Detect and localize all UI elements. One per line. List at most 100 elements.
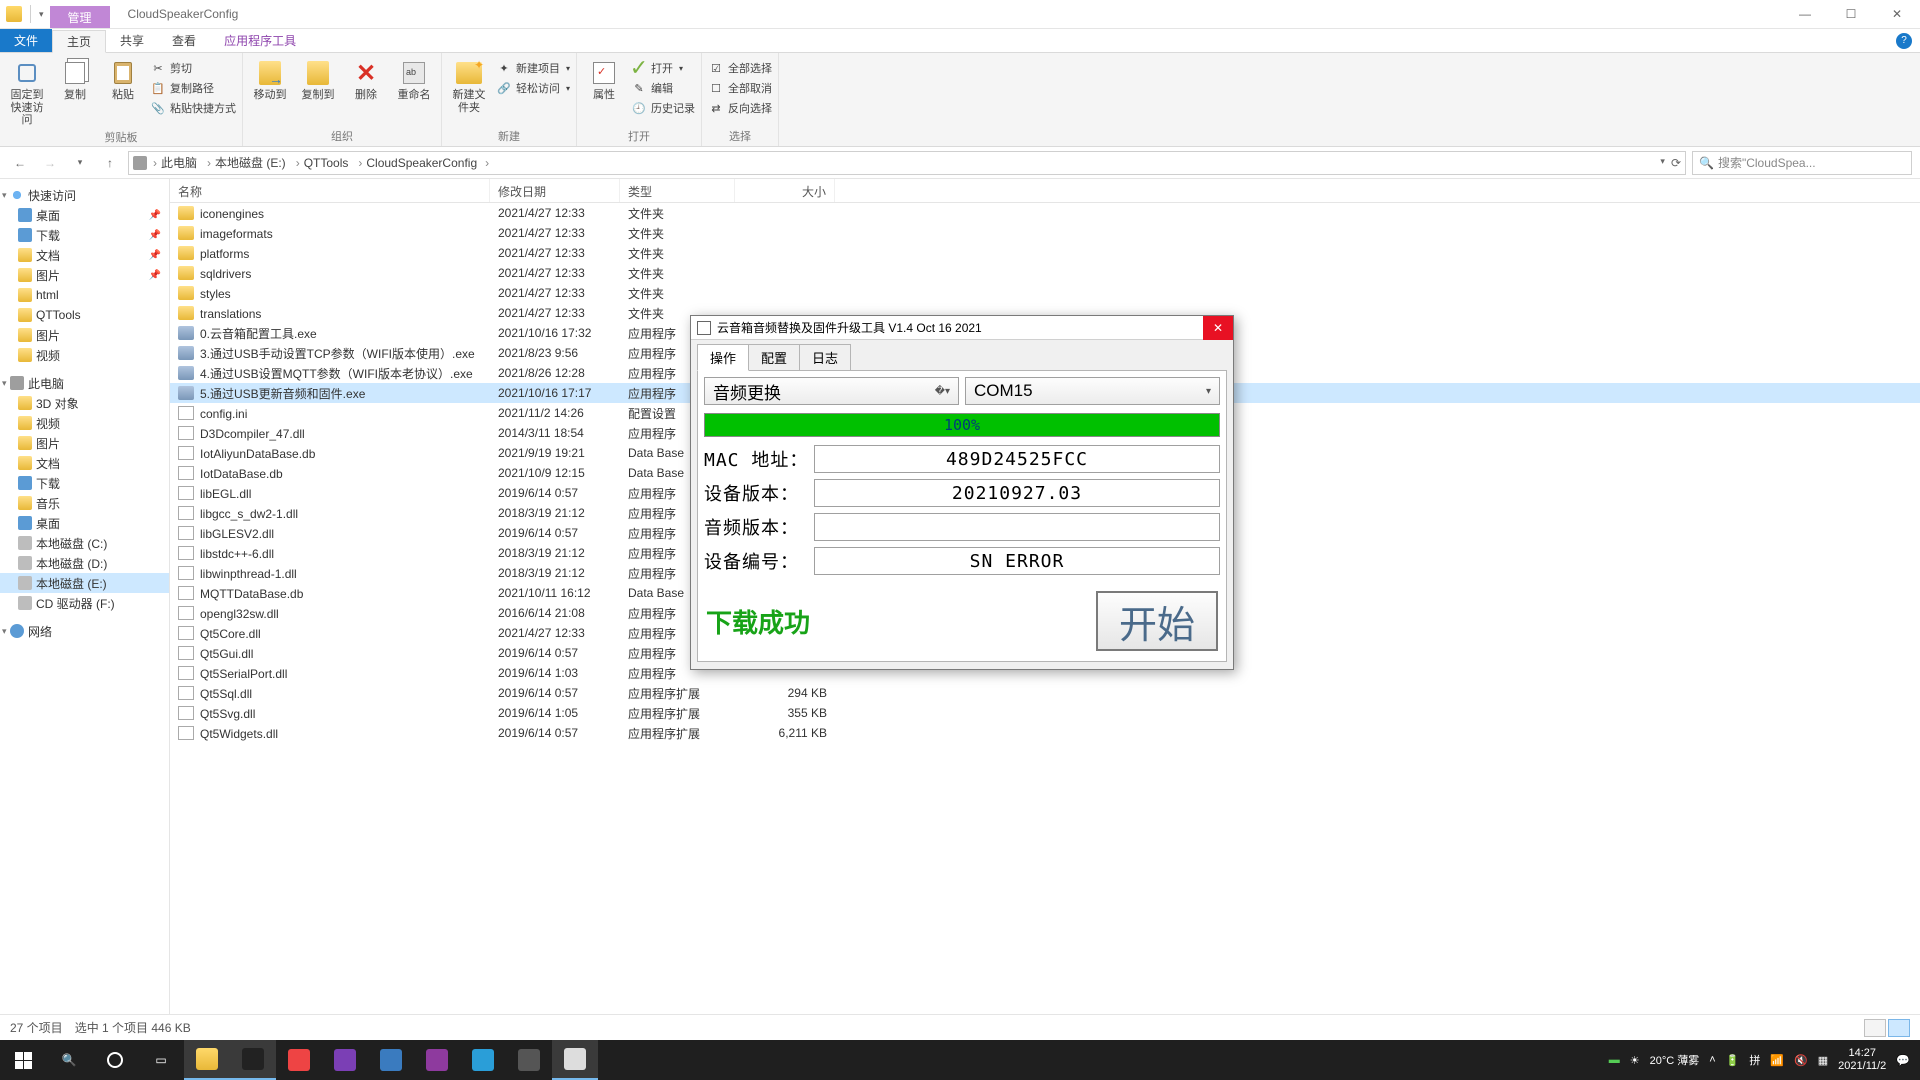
nav-back-button[interactable]: ← [8,151,32,175]
paste-button[interactable]: 粘贴 [102,57,144,102]
taskbar-app[interactable] [414,1040,460,1080]
column-date[interactable]: 修改日期 [490,179,620,202]
rename-button[interactable]: 重命名 [393,57,435,102]
nav-item[interactable]: 桌面 [0,513,169,533]
nav-item[interactable]: 本地磁盘 (D:) [0,553,169,573]
table-row[interactable]: iconengines 2021/4/27 12:33 文件夹 [170,203,1920,223]
nav-item[interactable]: 下载📌 [0,225,169,245]
dialog-close-button[interactable]: ✕ [1203,316,1233,340]
nav-item[interactable]: 音乐 [0,493,169,513]
nav-item[interactable]: 图片 [0,325,169,345]
select-all-button[interactable]: ☑全部选择 [708,59,772,77]
tab-view[interactable]: 查看 [158,29,210,52]
nav-item[interactable]: 本地磁盘 (E:) [0,573,169,593]
notifications-icon[interactable]: 💬 [1896,1054,1910,1067]
input-icon[interactable]: 拼 [1749,1052,1760,1068]
maximize-button[interactable]: ☐ [1828,0,1874,29]
nav-item[interactable]: html [0,285,169,305]
chevron-up-icon[interactable]: ˄ [1709,1054,1715,1066]
port-select[interactable]: COM15▾ [965,377,1220,405]
tab-share[interactable]: 共享 [106,29,158,52]
taskbar-app[interactable] [368,1040,414,1080]
cut-button[interactable]: ✂剪切 [150,59,236,77]
edit-button[interactable]: ✎编辑 [631,79,695,97]
tray-icon[interactable]: ▦ [1818,1054,1828,1067]
column-type[interactable]: 类型 [620,179,735,202]
copy-button[interactable]: 复制 [54,57,96,102]
tab-home[interactable]: 主页 [52,30,106,53]
tab-file[interactable]: 文件 [0,29,52,52]
nav-item[interactable]: 视频 [0,345,169,365]
tab-app-tools[interactable]: 应用程序工具 [210,29,310,52]
nav-this-pc[interactable]: 此电脑 [0,373,169,393]
cortana-button[interactable] [92,1040,138,1080]
chevron-down-icon[interactable]: ▾ [1660,156,1665,170]
open-button[interactable]: ✓打开▾ [631,59,695,77]
dialog-titlebar[interactable]: 云音箱音频替换及固件升级工具 V1.4 Oct 16 2021 ✕ [691,316,1233,340]
nav-item[interactable]: 视频 [0,413,169,433]
wifi-icon[interactable]: 📶 [1770,1054,1784,1067]
refresh-icon[interactable]: ⟳ [1671,156,1681,170]
pin-to-quick-access-button[interactable]: 固定到快速访问 [6,57,48,127]
nav-item[interactable]: 图片📌 [0,265,169,285]
delete-button[interactable]: ✕删除 [345,57,387,102]
table-row[interactable]: Qt5Svg.dll 2019/6/14 1:05 应用程序扩展 355 KB [170,703,1920,723]
nav-up-button[interactable]: ↑ [98,151,122,175]
view-large-button[interactable] [1888,1019,1910,1037]
search-button[interactable]: 🔍 [46,1040,92,1080]
nav-item[interactable]: 3D 对象 [0,393,169,413]
column-name[interactable]: 名称 [170,179,490,202]
nav-item[interactable]: 本地磁盘 (C:) [0,533,169,553]
nav-item[interactable]: 文档📌 [0,245,169,265]
column-size[interactable]: 大小 [735,179,835,202]
history-button[interactable]: 🕘历史记录 [631,99,695,117]
taskbar[interactable]: 🔍 ▭ ▬ ☀ 20°C 薄雾 ˄ 🔋 拼 📶 🔇 ▦ 14:27 2021/1… [0,1040,1920,1080]
move-to-button[interactable]: 移动到 [249,57,291,102]
volume-icon[interactable]: 🔇 [1794,1054,1808,1067]
copy-path-button[interactable]: 📋复制路径 [150,79,236,97]
copy-to-button[interactable]: 复制到 [297,57,339,102]
task-view-button[interactable]: ▭ [138,1040,184,1080]
taskbar-app[interactable] [276,1040,322,1080]
invert-selection-button[interactable]: ⇄反向选择 [708,99,772,117]
mode-select[interactable]: 音频更换�▾ [704,377,959,405]
taskbar-terminal[interactable] [230,1040,276,1080]
nav-item[interactable]: 下载 [0,473,169,493]
view-details-button[interactable] [1864,1019,1886,1037]
easy-access-button[interactable]: 🔗轻松访问▾ [496,79,570,97]
nav-recent-button[interactable]: ▾ [68,151,92,175]
taskbar-explorer[interactable] [184,1040,230,1080]
nav-item[interactable]: 图片 [0,433,169,453]
paste-shortcut-button[interactable]: 📎粘贴快捷方式 [150,99,236,117]
qat-dropdown-icon[interactable]: ▾ [39,9,44,20]
nav-item[interactable]: 桌面📌 [0,205,169,225]
weather-text[interactable]: 20°C 薄雾 [1650,1052,1700,1068]
start-button[interactable]: 开始 [1096,591,1218,651]
properties-button[interactable]: 属性 [583,57,625,102]
taskbar-app[interactable] [552,1040,598,1080]
nav-item[interactable]: 文档 [0,453,169,473]
table-row[interactable]: platforms 2021/4/27 12:33 文件夹 [170,243,1920,263]
new-folder-button[interactable]: 新建文件夹 [448,57,490,114]
table-row[interactable]: Qt5Sql.dll 2019/6/14 0:57 应用程序扩展 294 KB [170,683,1920,703]
battery-icon[interactable]: 🔋 [1726,1054,1740,1067]
table-row[interactable]: sqldrivers 2021/4/27 12:33 文件夹 [170,263,1920,283]
help-icon[interactable]: ? [1896,33,1912,49]
nav-forward-button[interactable]: → [38,151,62,175]
search-input[interactable]: 🔍 搜索"CloudSpea... [1692,151,1912,175]
system-tray[interactable]: ▬ ☀ 20°C 薄雾 ˄ 🔋 拼 📶 🔇 ▦ 14:27 2021/11/2 … [1599,1047,1920,1073]
new-item-button[interactable]: ✦新建项目▾ [496,59,570,77]
start-menu-button[interactable] [0,1040,46,1080]
tab-config[interactable]: 配置 [748,344,800,371]
taskbar-app[interactable] [460,1040,506,1080]
select-none-button[interactable]: ☐全部取消 [708,79,772,97]
tray-icon[interactable]: ▬ [1609,1054,1620,1066]
table-row[interactable]: Qt5Widgets.dll 2019/6/14 0:57 应用程序扩展 6,2… [170,723,1920,743]
column-headers[interactable]: 名称 修改日期 类型 大小 [170,179,1920,203]
close-button[interactable]: ✕ [1874,0,1920,29]
breadcrumb[interactable]: ›CloudSpeakerConfig› [354,156,493,170]
taskbar-app[interactable] [506,1040,552,1080]
nav-item[interactable]: QTTools [0,305,169,325]
nav-quick-access[interactable]: 快速访问 [0,185,169,205]
tab-operation[interactable]: 操作 [697,344,749,371]
